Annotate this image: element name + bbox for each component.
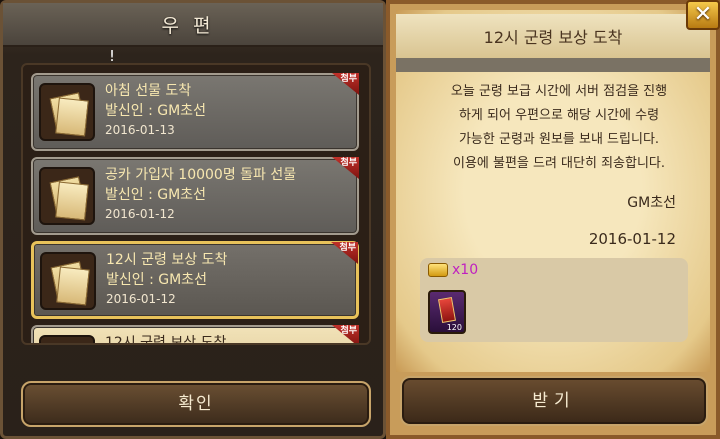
receive-button[interactable]: 받기 [400,376,708,426]
detail-signature: GM초선 [627,195,676,211]
detail-divider [396,58,710,72]
letter-icon [40,252,96,310]
detail-body-line: 하게 되어 우편으로 해당 시간에 수령 [458,108,660,123]
item-quantity: 120 [446,323,462,332]
mail-sender: 발신인 : GM초선 [105,103,206,119]
mail-list[interactable]: 아침 선물 도착 발신인 : GM초선 2016-01-13 첨부 공카 가입자… [21,63,371,345]
mail-sender: 발신인 : GM초선 [105,187,206,203]
mail-subject: 12시 군령 보상 도착 [106,252,228,268]
letter-icon [39,83,95,141]
letter-icon [39,335,95,343]
mail-item-selected[interactable]: 12시 군령 보상 도착 발신인 : GM초선 2016-01-12 첨부 [31,241,359,319]
attachment-badge: 첨부 [332,73,359,95]
mail-date: 2016-01-12 [105,207,175,221]
reward-box: x10 120 [420,258,688,342]
command-token-icon[interactable]: 120 [428,290,466,334]
attachment-badge: 첨부 [331,242,358,264]
mail-subject: 공카 가입자 10000명 돌파 선물 [105,167,297,183]
mail-detail-panel: 12시 군령 보상 도착 오늘 군령 보급 시간에 서버 점검을 진행 하게 되… [386,0,720,439]
detail-body-line: 가능한 군령과 원보를 보내 드립니다. [458,132,660,147]
gold-ingot-icon [428,263,448,277]
detail-body-line: 오늘 군령 보급 시간에 서버 점검을 진행 [450,84,668,99]
mail-item[interactable]: 공카 가입자 10000명 돌파 선물 발신인 : GM초선 2016-01-1… [31,157,359,235]
mail-item[interactable]: 12시 군령 보상 도착 첨부 [31,325,359,345]
detail-body: 오늘 군령 보급 시간에 서버 점검을 진행 하게 되어 우편으로 해당 시간에… [424,80,694,176]
mailbox-title: 우편 [161,14,225,37]
mailbox-header: 우편 [3,3,383,47]
letter-icon [39,167,95,225]
close-icon[interactable]: ✕ [686,0,720,30]
gold-count: x10 [452,262,479,278]
detail-title: 12시 군령 보상 도착 [483,28,623,47]
mail-sender: 발신인 : GM초선 [106,272,207,288]
mail-subject: 아침 선물 도착 [105,83,192,99]
mail-date: 2016-01-12 [106,292,176,306]
detail-date: 2016-01-12 [588,230,676,248]
mail-subject: 12시 군령 보상 도착 [105,335,227,345]
detail-header: 12시 군령 보상 도착 [396,14,710,58]
detail-body-line: 이용에 불편을 드려 대단히 죄송합니다. [452,156,666,171]
attachment-badge: 첨부 [332,325,359,343]
mail-item[interactable]: 아침 선물 도착 발신인 : GM초선 2016-01-13 첨부 [31,73,359,151]
confirm-button[interactable]: 확인 [21,381,371,427]
gold-reward: x10 [428,262,478,278]
attachment-badge: 첨부 [332,157,359,179]
mail-date: 2016-01-13 [105,123,175,137]
mailbox-panel: 우편 ! 아침 선물 도착 발신인 : GM초선 2016-01-13 첨부 공… [0,0,386,439]
